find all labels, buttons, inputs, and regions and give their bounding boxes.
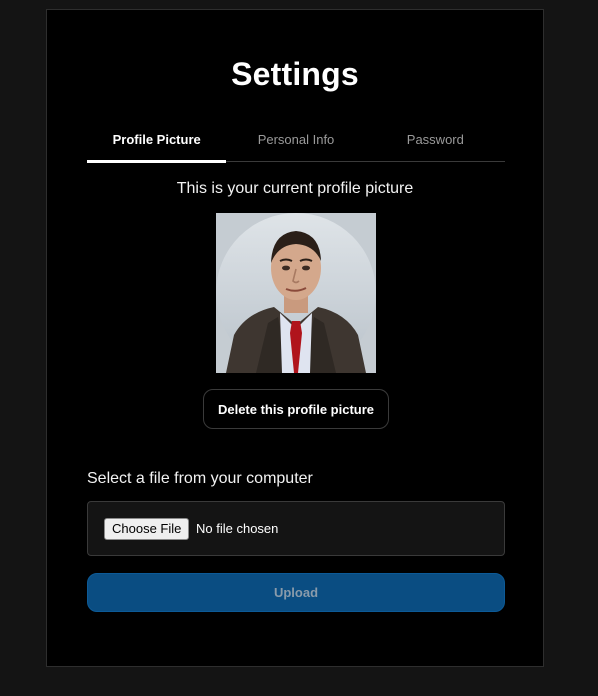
select-file-label: Select a file from your computer (87, 470, 313, 487)
page-title: Settings (231, 56, 359, 92)
settings-card: Settings Profile Picture Personal Info P… (46, 9, 544, 667)
upload-button[interactable]: Upload (87, 573, 505, 612)
tab-profile-picture[interactable]: Profile Picture (87, 118, 227, 163)
current-picture-label: This is your current profile picture (176, 180, 414, 197)
profile-picture (216, 213, 376, 373)
profile-photo-image (216, 213, 376, 373)
delete-picture-button[interactable]: Delete this profile picture (203, 389, 389, 429)
tab-password[interactable]: Password (366, 118, 505, 161)
file-status-text: No file chosen (196, 521, 279, 536)
tab-personal-info[interactable]: Personal Info (226, 118, 365, 161)
choose-file-button[interactable]: Choose File (104, 518, 190, 540)
settings-tabs: Profile Picture Personal Info Password (87, 118, 505, 163)
file-input-field[interactable]: Choose File No file chosen (87, 501, 505, 556)
